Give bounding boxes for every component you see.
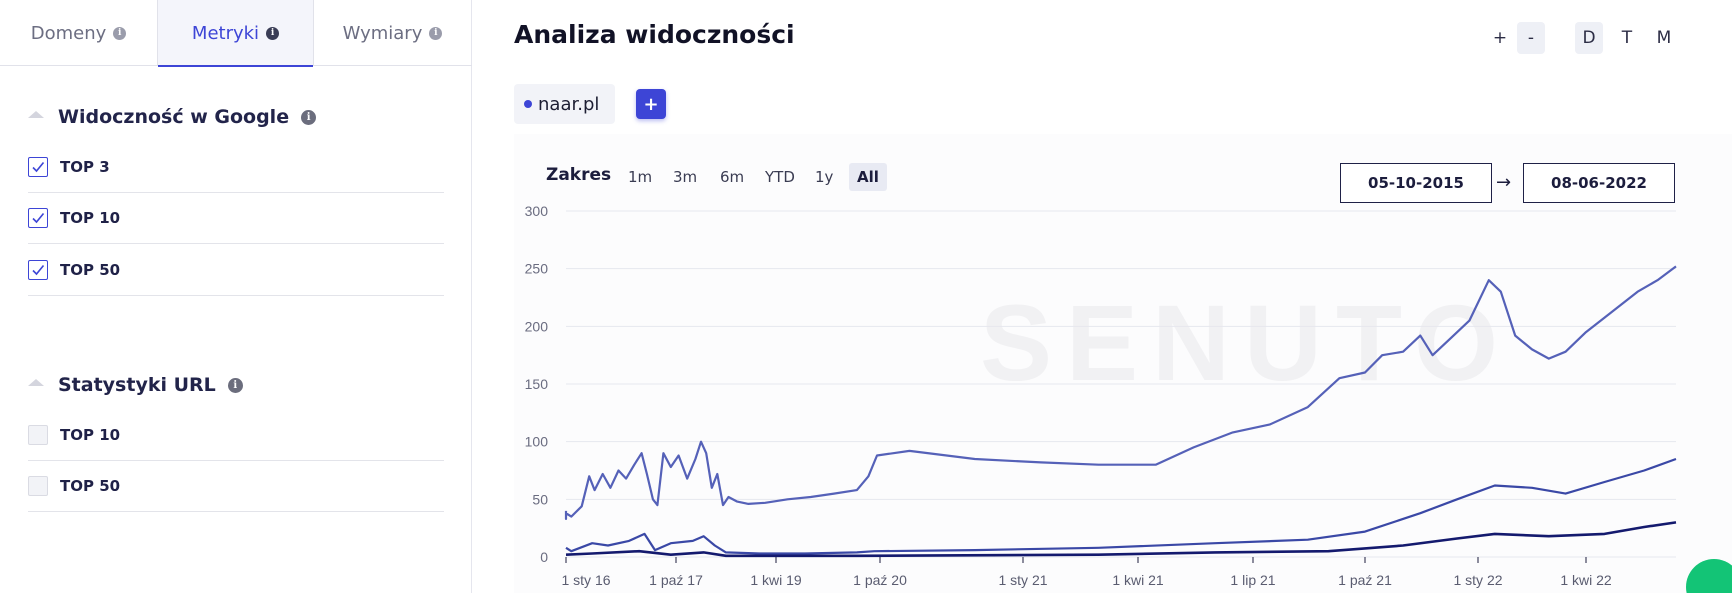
- tab-domeny[interactable]: Domeny i: [0, 0, 157, 66]
- tab-label: Wymiary: [342, 22, 423, 44]
- sidebar-tabs: Domeny i Metryki i Wymiary i: [0, 0, 472, 67]
- section-url-stats[interactable]: Statystyki URL i: [28, 374, 243, 396]
- metric-label: TOP 10: [60, 209, 121, 227]
- x-tick-label: 1 paź 20: [853, 572, 907, 588]
- info-icon[interactable]: i: [113, 26, 127, 40]
- series-line-top3: [565, 521, 1677, 558]
- x-tick-label: 1 kwi 21: [1112, 572, 1164, 588]
- section-google-visibility[interactable]: Widoczność w Google i: [28, 106, 317, 128]
- collapse-caret-icon[interactable]: [28, 378, 44, 386]
- check-icon: [32, 212, 45, 224]
- y-tick-label: 250: [525, 261, 549, 277]
- metric-label: TOP 50: [60, 261, 121, 279]
- x-tick-label: 1 sty 21: [998, 572, 1047, 588]
- info-icon[interactable]: i: [301, 109, 317, 125]
- metrics-sidebar: Domeny i Metryki i Wymiary i Widoczność …: [0, 0, 472, 593]
- info-icon[interactable]: i: [266, 26, 280, 40]
- x-tick-label: 1 paź 21: [1338, 572, 1392, 588]
- x-tick-label: 1 sty 16: [561, 572, 610, 588]
- chart-grid: [566, 210, 1676, 558]
- x-tick-label: 1 paź 17: [649, 572, 703, 588]
- checkbox-unchecked[interactable]: [28, 476, 48, 496]
- checkbox-unchecked[interactable]: [28, 425, 48, 445]
- metric-label: TOP 50: [60, 477, 121, 495]
- check-icon: [32, 161, 45, 173]
- x-tick-label: 1 kwi 22: [1560, 572, 1612, 588]
- y-tick-label: 50: [532, 491, 548, 507]
- series-line-top10: [565, 457, 1677, 555]
- info-icon[interactable]: i: [429, 26, 443, 40]
- y-tick-label: 0: [540, 549, 548, 565]
- tab-label: Metryki: [191, 22, 260, 44]
- tab-metryki[interactable]: Metryki i: [157, 0, 314, 67]
- main-panel: Analiza widoczności + - D T M naar.pl + …: [473, 0, 1732, 593]
- x-axis-ticks: 1 sty 16 1 paź 17 1 kwi 19 1 paź 20 1 sty 21…: [561, 557, 1612, 588]
- info-icon[interactable]: i: [227, 377, 243, 393]
- tab-wymiary[interactable]: Wymiary i: [314, 0, 471, 66]
- checkbox-checked[interactable]: [28, 260, 48, 280]
- collapse-caret-icon[interactable]: [28, 110, 44, 118]
- checkbox-checked[interactable]: [28, 208, 48, 228]
- app-root: Domeny i Metryki i Wymiary i Widoczność …: [0, 0, 1732, 593]
- metric-label: TOP 3: [60, 158, 110, 176]
- metric-row-top10[interactable]: TOP 10: [28, 193, 444, 244]
- y-tick-label: 100: [525, 434, 549, 450]
- metric-row-top3[interactable]: TOP 3: [28, 142, 444, 193]
- y-tick-label: 200: [525, 318, 549, 334]
- checkbox-checked[interactable]: [28, 157, 48, 177]
- tab-label: Domeny: [30, 22, 107, 44]
- url-row-top50[interactable]: TOP 50: [28, 461, 444, 512]
- check-icon: [32, 264, 45, 276]
- y-axis-ticks: 0 50 100 150 200 250 300: [525, 203, 549, 565]
- metric-label: TOP 10: [60, 426, 121, 444]
- x-tick-label: 1 sty 22: [1453, 572, 1502, 588]
- section-title: Statystyki URL: [58, 374, 216, 396]
- visibility-chart: SENUTO 0 50 100 150 200 250 300 1 sty 16 1 paź …: [525, 203, 1677, 588]
- y-tick-label: 300: [525, 203, 549, 219]
- metric-row-top50[interactable]: TOP 50: [28, 245, 444, 296]
- section-title: Widoczność w Google: [58, 106, 290, 128]
- y-tick-label: 150: [525, 376, 549, 392]
- x-tick-label: 1 lip 21: [1230, 572, 1275, 588]
- senuto-watermark: SENUTO: [980, 282, 1512, 403]
- x-tick-label: 1 kwi 19: [750, 572, 802, 588]
- url-row-top10[interactable]: TOP 10: [28, 410, 444, 461]
